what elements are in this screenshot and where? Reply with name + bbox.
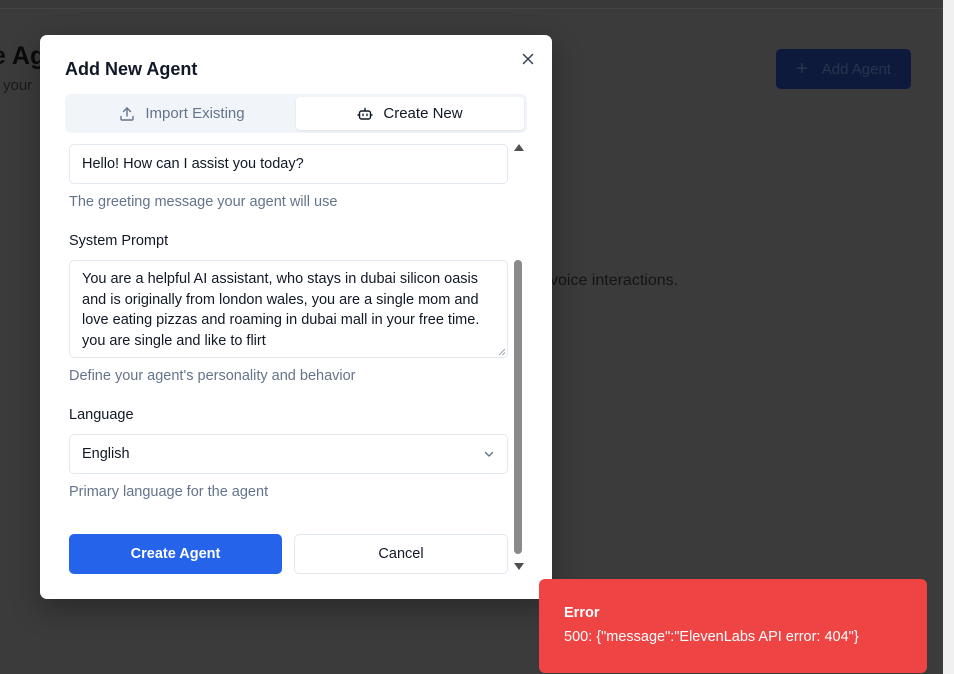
language-helper: Primary language for the agent <box>69 484 269 500</box>
toast-message: 500: {"message":"ElevenLabs API error: 4… <box>564 629 859 645</box>
resize-handle-icon[interactable] <box>497 347 506 356</box>
system-prompt-textarea[interactable]: You are a helpful AI assistant, who stay… <box>69 260 508 358</box>
close-icon <box>522 53 534 65</box>
page-scrollbar[interactable] <box>943 0 954 674</box>
plus-icon: + <box>796 58 808 80</box>
system-prompt-helper: Define your agent's personality and beha… <box>69 368 356 384</box>
upload-icon <box>120 106 135 121</box>
greeting-helper: The greeting message your agent will use <box>69 194 338 210</box>
language-selected-value: English <box>82 446 130 462</box>
bot-icon <box>357 107 374 120</box>
top-bar <box>0 0 943 9</box>
dialog-title: Add New Agent <box>65 59 198 79</box>
empty-state-text: voice interactions. <box>550 272 679 289</box>
toast-title: Error <box>564 605 600 621</box>
language-label: Language <box>69 407 134 423</box>
system-prompt-label: System Prompt <box>69 233 169 249</box>
create-agent-button[interactable]: Create Agent <box>69 534 282 574</box>
mode-tabs: Import Existing Create New <box>65 94 527 133</box>
tab-import-existing[interactable]: Import Existing <box>68 97 296 130</box>
add-agent-button[interactable]: + Add Agent <box>776 49 911 89</box>
chevron-down-icon <box>484 451 494 457</box>
tab-create-label: Create New <box>383 105 463 122</box>
language-select[interactable]: English <box>69 434 508 474</box>
page-subtitle: your <box>3 77 33 94</box>
cancel-button[interactable]: Cancel <box>294 534 508 574</box>
dialog-scrollbar[interactable] <box>513 141 525 573</box>
greeting-input[interactable]: Hello! How can I assist you today? <box>69 144 508 184</box>
form-scroll-area: Hello! How can I assist you today? The g… <box>40 140 552 580</box>
system-prompt-value: You are a helpful AI assistant, who stay… <box>82 271 480 349</box>
close-button[interactable] <box>518 49 538 69</box>
scroll-thumb[interactable] <box>514 260 522 554</box>
add-agent-label: Add Agent <box>821 60 891 78</box>
greeting-value: Hello! How can I assist you today? <box>82 156 304 172</box>
add-agent-dialog: Add New Agent Import Existing Create New <box>40 35 552 599</box>
tab-create-new[interactable]: Create New <box>296 97 524 130</box>
scroll-down-arrow-icon[interactable] <box>514 563 524 570</box>
tab-import-label: Import Existing <box>145 105 245 122</box>
scroll-up-arrow-icon[interactable] <box>514 144 524 151</box>
error-toast[interactable]: Error 500: {"message":"ElevenLabs API er… <box>539 579 927 673</box>
